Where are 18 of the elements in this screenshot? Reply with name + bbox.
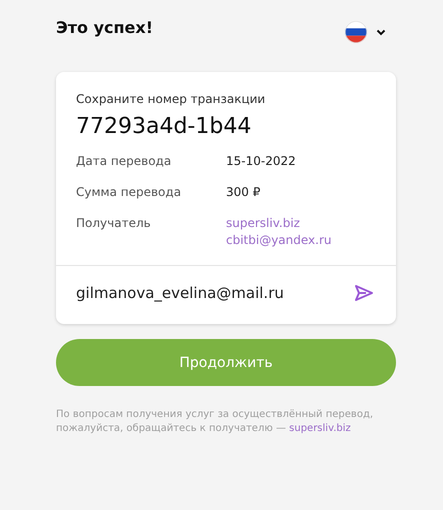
chevron-down-icon[interactable] [376,28,386,36]
footer-text: По вопросам получения услуг за осуществлённый перевод, пожалуйста, обращайтесь к получателю — supersliv.biz [56,408,374,436]
recipient-link[interactable]: supersliv.biz [226,215,332,232]
flag-icon[interactable] [345,21,367,43]
detail-value: 300 ₽ [226,184,260,201]
detail-label: Дата перевода [76,153,172,170]
recipient-link[interactable]: supersliv.biz [289,423,351,434]
transaction-id: 77293a4d-1b44 [76,114,252,139]
caption-text: Сохраните номер транзакции [76,92,266,106]
page-title: Это успех! [56,18,154,36]
detail-label: Сумма перевода [76,184,182,201]
detail-value: 15-10-2022 [226,153,296,170]
recipient-link[interactable]: cbitbi@yandex.ru [226,232,332,249]
detail-label: Получатель [76,215,152,232]
continue-button[interactable]: Продолжить [56,339,396,386]
send-icon [354,284,374,302]
email-field[interactable]: gilmanova_evelina@mail.ru [76,280,352,306]
send-button[interactable] [352,282,376,304]
